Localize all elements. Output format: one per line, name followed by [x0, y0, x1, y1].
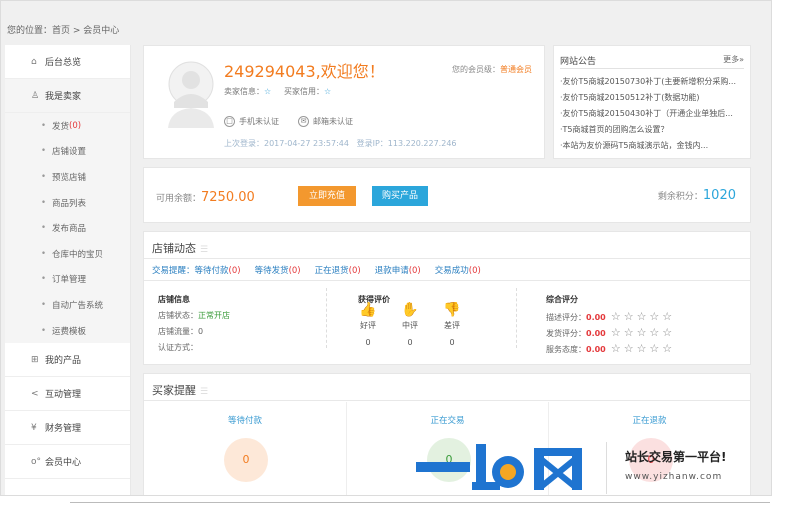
- sidebar-subitem-shipping-template[interactable]: • 运费模板: [5, 317, 130, 344]
- tab-await-payment[interactable]: 交易提醒：等待付款(0): [152, 264, 241, 276]
- balance: 可用余额：7250.00: [156, 190, 255, 205]
- notice-item[interactable]: ·友价T5商城20150430补丁（开通企业单独后...: [560, 108, 746, 119]
- notice-item[interactable]: ·本站为友价源码T5商城演示站，金钱内...: [560, 140, 746, 151]
- notice-item[interactable]: ·友价T5商城20150512补丁(数据功能): [560, 92, 746, 103]
- sidebar-item-overview[interactable]: ⌂ 后台总览: [5, 45, 130, 79]
- shop-info-title: 店铺信息: [158, 295, 190, 304]
- star-icon: ☆: [324, 87, 332, 96]
- score-row: 发货评分：0.00 ☆☆☆☆☆: [546, 326, 676, 339]
- home-icon: ⌂: [31, 56, 37, 67]
- sidebar-subitem-ship[interactable]: • 发货 (0): [5, 113, 130, 139]
- sidebar-item-interaction[interactable]: < 互动管理: [5, 377, 130, 412]
- points-value: 1020: [702, 188, 736, 203]
- phone-icon: □: [224, 116, 235, 127]
- avatar: [168, 61, 214, 128]
- thumbs-up-icon: 👍: [359, 302, 377, 318]
- star-rating: ☆☆☆☆☆: [610, 342, 676, 355]
- buy-product-button[interactable]: 购买产品: [372, 186, 428, 206]
- member-level-value[interactable]: 普通会员: [500, 65, 532, 74]
- member-center-window: 您的位置：首页 > 会员中心 ⌂ 后台总览 ♙ 我是卖家 • 发货 (0) • 店铺设…: [0, 0, 772, 496]
- sidebar-item-label: 后台总览: [45, 58, 82, 68]
- score-row: 服务态度：0.00 ☆☆☆☆☆: [546, 342, 676, 355]
- sidebar-item-my-products[interactable]: ⊞ 我的产品: [5, 343, 130, 378]
- shop-status: 店铺状态：正常开店: [158, 311, 230, 320]
- ship-count: (0): [69, 120, 82, 131]
- score-title: 综合评分: [546, 295, 578, 304]
- balance-panel: 可用余额：7250.00 立即充值 购买产品 剩余积分：1020: [143, 167, 751, 223]
- notice-item[interactable]: ·T5商城首页的团购怎么设置？: [560, 124, 746, 135]
- notice-title: 网站公告: [560, 57, 597, 67]
- rating-neutral: ✋ 中评 0: [396, 302, 424, 347]
- trade-tabs: 交易提醒：等待付款(0) 等待发货(0) 正在退货(0) 退款申请(0) 交易成…: [144, 259, 750, 281]
- sidebar-subitem-ads[interactable]: • 自动广告系统: [5, 292, 130, 318]
- member-icon: o°: [31, 456, 42, 467]
- sidebar-item-seller[interactable]: ♙ 我是卖家: [5, 79, 130, 113]
- watermark-slogan: 站长交易第一平台!: [625, 450, 727, 464]
- star-icon: ☆: [264, 87, 272, 96]
- rating-good: 👍 好评 0: [354, 302, 382, 347]
- yen-icon: ¥: [31, 422, 37, 433]
- sidebar-subitem-product-list[interactable]: • 商品列表: [5, 189, 130, 216]
- sidebar-subitem-preview-shop[interactable]: • 预览店铺: [5, 164, 130, 190]
- sidebar-subitem-shop-settings[interactable]: • 店铺设置: [5, 138, 130, 165]
- watermark-url: www.yizhanw.com: [625, 472, 723, 482]
- thumbs-down-icon: 👎: [443, 302, 461, 318]
- watermark-logo: [416, 444, 582, 490]
- profile-panel: 249294043,欢迎您！ 您的会员级：普通会员 卖家信息：☆ 买家信用：☆ …: [143, 45, 545, 159]
- star-rating: ☆☆☆☆☆: [610, 326, 676, 339]
- points: 剩余积分：1020: [657, 188, 736, 203]
- user-icon: ♙: [31, 90, 40, 101]
- share-icon: <: [31, 388, 39, 399]
- shop-traffic: 店铺流量：0: [158, 327, 204, 336]
- shop-auth: 认证方式：: [158, 343, 198, 352]
- sidebar-subitem-orders[interactable]: • 订单管理: [5, 266, 130, 293]
- shop-dynamics-panel: 店铺动态 ☰ 交易提醒：等待付款(0) 等待发货(0) 正在退货(0) 退款申请(…: [143, 231, 751, 365]
- score-row: 描述评分：0.00 ☆☆☆☆☆: [546, 310, 676, 323]
- notice-panel: 网站公告 更多» ·友价T5商城20150730补丁(主要新增积分采购... ·…: [553, 45, 751, 159]
- email-cert-link[interactable]: ✉ 邮箱未认证: [298, 116, 353, 127]
- star-rating: ☆☆☆☆☆: [610, 310, 676, 323]
- tab-returning[interactable]: 正在退货(0): [315, 264, 361, 276]
- notice-item[interactable]: ·友价T5商城20150730补丁(主要新增积分采购...: [560, 76, 746, 87]
- section-title: 买家提醒 ☰: [152, 384, 209, 397]
- sidebar-item-label: 我是卖家: [45, 92, 82, 102]
- login-ip: 登录IP：113.220.227.246: [356, 139, 457, 148]
- neutral-hand-icon: ✋: [401, 302, 419, 318]
- grid-icon: ⊞: [31, 354, 39, 365]
- phone-cert-link[interactable]: □ 手机未认证: [224, 116, 279, 127]
- seller-credit: 卖家信息：☆: [224, 87, 272, 96]
- rss-icon: ☰: [200, 245, 209, 255]
- sidebar: ⌂ 后台总览 ♙ 我是卖家 • 发货 (0) • 店铺设置 • 预览店铺 • 商品列表 •…: [5, 45, 131, 495]
- mail-icon: ✉: [298, 116, 309, 127]
- sidebar-subitem-publish-product[interactable]: • 发布商品: [5, 215, 130, 241]
- breadcrumb: 您的位置：首页 > 会员中心: [7, 26, 120, 36]
- rating-bad: 👎 差评 0: [438, 302, 466, 347]
- balance-value: 7250.00: [201, 190, 255, 205]
- member-level: 您的会员级：普通会员: [452, 65, 532, 74]
- tab-trade-success[interactable]: 交易成功(0): [435, 264, 481, 276]
- buyer-credit: 买家信用：☆: [284, 87, 332, 96]
- sidebar-subitem-warehouse[interactable]: • 仓库中的宝贝: [5, 240, 130, 267]
- sidebar-item-finance[interactable]: ¥ 财务管理: [5, 411, 130, 446]
- rss-icon: ☰: [200, 387, 209, 397]
- notice-more-link[interactable]: 更多»: [723, 54, 744, 65]
- section-title: 店铺动态 ☰: [152, 242, 209, 255]
- buyer-await-payment[interactable]: 等待付款 0: [144, 402, 346, 495]
- tab-refund-request[interactable]: 退款申请(0): [375, 264, 421, 276]
- sidebar-item-member-center[interactable]: o° 会员中心: [5, 445, 130, 480]
- recharge-button[interactable]: 立即充值: [298, 186, 356, 206]
- login-info: 上次登录：2017-04-27 23:57:44 登录IP：113.220.22…: [224, 138, 457, 149]
- count-badge: 0: [224, 438, 268, 482]
- welcome-text: 249294043,欢迎您！: [224, 62, 385, 81]
- shop-status-value: 正常开店: [198, 311, 230, 320]
- tab-await-shipping[interactable]: 等待发货(0): [255, 264, 301, 276]
- last-login: 上次登录：2017-04-27 23:57:44: [224, 139, 349, 148]
